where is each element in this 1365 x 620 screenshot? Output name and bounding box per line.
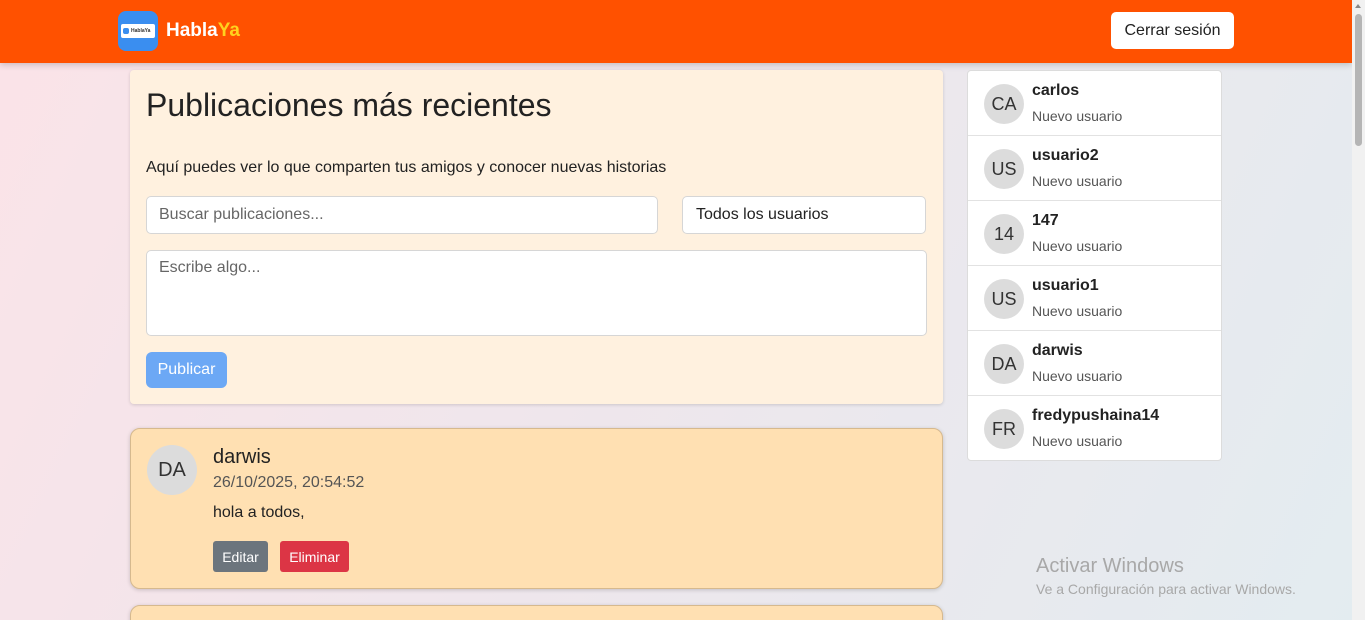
user-name: carlos — [1032, 82, 1080, 99]
avatar: FR — [984, 409, 1024, 449]
edit-button[interactable]: Editar — [213, 541, 268, 572]
user-status: Nuevo usuario — [1032, 238, 1123, 254]
user-name: fredypushaina14 — [1032, 407, 1160, 424]
post-timestamp: 26/10/2025, 20:54:52 — [213, 474, 365, 491]
user-name: usuario2 — [1032, 147, 1099, 164]
logo-text: HablaYa — [131, 28, 151, 34]
brand-name-accent: Ya — [217, 20, 240, 41]
page-title: Publicaciones más recientes — [146, 87, 552, 123]
publish-button[interactable]: Publicar — [146, 352, 227, 388]
scrollbar-thumb[interactable] — [1355, 14, 1362, 146]
composer-card: Publicaciones más recientes Aquí puedes … — [130, 70, 943, 404]
avatar: 14 — [984, 214, 1024, 254]
user-status: Nuevo usuario — [1032, 173, 1123, 189]
brand-name-main: Habla — [166, 20, 218, 41]
windows-activation-watermark: Activar Windows Ve a Configuración para … — [1036, 555, 1296, 597]
user-name: 147 — [1032, 212, 1059, 229]
watermark-subtitle: Ve a Configuración para activar Windows. — [1036, 581, 1296, 597]
user-list-item[interactable]: CA carlos Nuevo usuario — [968, 71, 1221, 136]
user-name: darwis — [1032, 342, 1083, 359]
search-input[interactable] — [146, 196, 658, 234]
delete-button[interactable]: Eliminar — [280, 541, 349, 572]
scroll-up-arrow-icon[interactable] — [1355, 4, 1361, 8]
user-status: Nuevo usuario — [1032, 108, 1123, 124]
post-text: hola a todos, — [213, 504, 305, 521]
user-list-item[interactable]: 14 147 Nuevo usuario — [968, 201, 1221, 266]
page-scrollbar[interactable] — [1352, 0, 1365, 620]
users-sidebar: CA carlos Nuevo usuario US usuario2 Nuev… — [967, 70, 1222, 461]
avatar: DA — [147, 445, 197, 495]
avatar: CA — [984, 84, 1024, 124]
page-subtitle: Aquí puedes ver lo que comparten tus ami… — [146, 159, 667, 176]
user-list-item[interactable]: US usuario2 Nuevo usuario — [968, 136, 1221, 201]
navbar: HablaYa HablaYa Cerrar sesión — [0, 0, 1352, 63]
hablaya-logo-icon: HablaYa — [118, 11, 158, 51]
user-list-item[interactable]: FR fredypushaina14 Nuevo usuario — [968, 396, 1221, 461]
avatar: US — [984, 279, 1024, 319]
user-name: usuario1 — [1032, 277, 1099, 294]
avatar: US — [984, 149, 1024, 189]
brand-name: HablaYa — [166, 20, 240, 42]
user-status: Nuevo usuario — [1032, 368, 1123, 384]
avatar: DA — [984, 344, 1024, 384]
user-list-item[interactable]: DA darwis Nuevo usuario — [968, 331, 1221, 396]
post-card: DA darwis 26/10/2025, 20:54:52 hola a to… — [130, 428, 943, 589]
post-author: darwis — [213, 446, 271, 468]
user-status: Nuevo usuario — [1032, 303, 1123, 319]
user-status: Nuevo usuario — [1032, 433, 1123, 449]
user-filter-select[interactable]: Todos los usuarios — [682, 196, 926, 234]
brand[interactable]: HablaYa HablaYa — [118, 11, 240, 51]
watermark-title: Activar Windows — [1036, 555, 1184, 577]
logout-button[interactable]: Cerrar sesión — [1111, 12, 1234, 49]
post-textarea[interactable] — [146, 250, 927, 336]
post-card-partial — [130, 605, 943, 620]
user-list-item[interactable]: US usuario1 Nuevo usuario — [968, 266, 1221, 331]
